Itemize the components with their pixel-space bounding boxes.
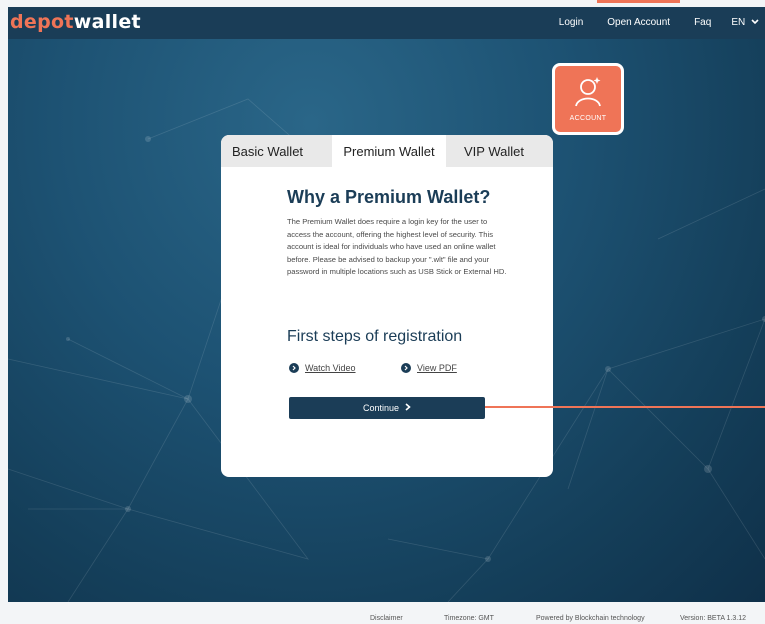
wallet-tabs: Basic Wallet Premium Wallet VIP Wallet [221,135,553,167]
nav-menu: Login Open Account Faq EN [547,0,765,39]
wallet-card: Basic Wallet Premium Wallet VIP Wallet W… [221,135,553,477]
brand-logo[interactable]: depotwallet [10,11,141,33]
footer-timezone: Timezone: GMT [444,615,494,622]
brand-logo-part2: wallet [73,11,141,33]
chevron-right-circle-icon [401,363,411,373]
language-label: EN [731,17,746,28]
footer: Disclaimer Timezone: GMT Powered by Bloc… [0,602,765,624]
user-icon [571,74,605,112]
nav-login[interactable]: Login [559,7,583,39]
view-pdf-label: View PDF [417,363,457,373]
footer-version: Version: BETA 1.3.12 [680,615,747,622]
card-content: Why a Premium Wallet? The Premium Wallet… [287,187,507,279]
watch-video-label: Watch Video [305,363,356,373]
nav-open-account[interactable]: Open Account [597,0,680,39]
card-title: Why a Premium Wallet? [287,187,491,207]
tab-premium-wallet[interactable]: Premium Wallet [332,135,446,167]
continue-button[interactable]: Continue [289,397,485,419]
progress-connector-line [485,406,765,408]
account-label: ACCOUNT [569,115,607,122]
footer-powered-by: Powered by Blockchain technology [536,615,645,622]
language-selector[interactable]: EN [731,7,759,39]
chevron-down-icon [751,7,759,39]
top-navbar: depotwallet Login Open Account Faq EN [8,0,765,39]
registration-subtitle: First steps of registration [287,328,463,345]
card-description: The Premium Wallet does require a login … [287,217,507,276]
chevron-right-circle-icon [289,363,299,373]
footer-disclaimer[interactable]: Disclaimer [370,615,403,622]
account-badge[interactable]: ACCOUNT [552,63,624,135]
chevron-right-icon [405,403,411,413]
nav-faq[interactable]: Faq [694,7,711,39]
brand-logo-part1: depot [10,11,74,33]
tab-vip-wallet[interactable]: VIP Wallet [446,135,553,167]
watch-video-link[interactable]: Watch Video [289,363,356,373]
view-pdf-link[interactable]: View PDF [401,363,457,373]
tab-basic-wallet[interactable]: Basic Wallet [221,135,332,167]
continue-label: Continue [362,403,400,413]
